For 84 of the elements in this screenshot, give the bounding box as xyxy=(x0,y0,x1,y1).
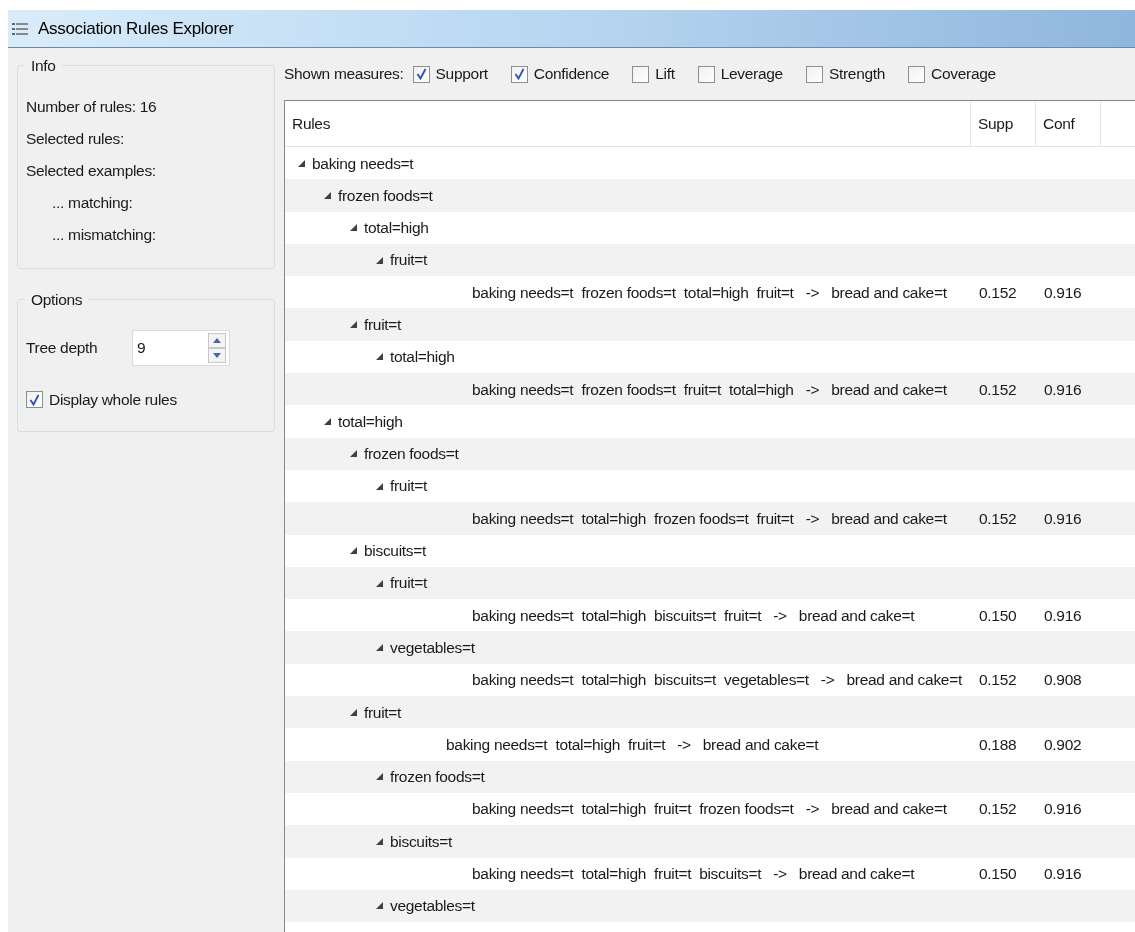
expanded-arrow-icon[interactable] xyxy=(375,481,384,491)
measure-checkbox[interactable] xyxy=(697,65,715,83)
support-value: 0.152 xyxy=(979,800,1017,818)
measures-label: Shown measures: xyxy=(284,64,404,85)
support-value: 0.152 xyxy=(979,380,1017,398)
column-header[interactable]: Conf xyxy=(1036,101,1101,146)
expanded-arrow-icon[interactable] xyxy=(375,836,384,846)
tree-node-label[interactable]: total=high xyxy=(390,345,455,369)
checkbox-label: Display whole rules xyxy=(49,390,177,410)
expanded-arrow-icon[interactable] xyxy=(349,320,358,330)
expanded-arrow-icon[interactable] xyxy=(297,158,306,168)
confidence-value: 0.902 xyxy=(1044,735,1082,753)
support-value: 0.150 xyxy=(979,865,1017,883)
expanded-arrow-icon[interactable] xyxy=(375,578,384,588)
tree-node-label[interactable]: total=high xyxy=(338,409,403,434)
tree-depth-spinner[interactable]: 9 xyxy=(132,330,230,366)
rule-text[interactable]: baking needs=t frozen foods=t total=high fruit=t -> bread and cake=t xyxy=(472,283,947,301)
tree-depth-label: Tree depth xyxy=(26,338,99,359)
expanded-arrow-icon[interactable] xyxy=(375,352,384,362)
column-header[interactable]: Rules xyxy=(285,101,971,146)
info-label: ... mismatching: xyxy=(51,225,157,245)
tree-node-label[interactable]: frozen foods=t xyxy=(390,765,485,789)
measure-label: Confidence xyxy=(533,64,610,85)
support-value: 0.152 xyxy=(979,509,1017,527)
expanded-arrow-icon[interactable] xyxy=(349,546,358,556)
rule-text[interactable]: baking needs=t total=high biscuits=t fruit=t -> bread and cake=t xyxy=(472,606,915,624)
tree-node-label[interactable]: total=high xyxy=(364,216,429,240)
tree-node-label[interactable]: frozen foods=t xyxy=(338,183,433,208)
measure-label: Leverage xyxy=(720,64,783,85)
expanded-arrow-icon[interactable] xyxy=(375,643,384,653)
tree-node-label[interactable]: fruit=t xyxy=(364,700,402,724)
tree-node-label[interactable]: biscuits=t xyxy=(364,539,427,563)
info-label: Selected rules: xyxy=(26,129,126,149)
rule-text[interactable]: baking needs=t total=high fruit=t frozen foods=t -> bread and cake=t xyxy=(472,800,947,818)
measure-checkbox[interactable] xyxy=(805,65,823,83)
support-value: 0.152 xyxy=(979,283,1017,301)
tree-node-label[interactable]: frozen foods=t xyxy=(364,442,459,466)
expanded-arrow-icon[interactable] xyxy=(349,223,358,233)
tree-node-label[interactable]: fruit=t xyxy=(390,571,428,595)
rule-text[interactable]: baking needs=t frozen foods=t fruit=t total=high -> bread and cake=t xyxy=(472,380,947,398)
confidence-value: 0.916 xyxy=(1044,283,1082,301)
rule-text[interactable]: baking needs=t total=high fruit=t -> bread and cake=t xyxy=(446,735,819,753)
confidence-value: 0.916 xyxy=(1044,509,1082,527)
measure-label: Support xyxy=(435,64,488,85)
measure-checkbox[interactable] xyxy=(632,65,650,83)
support-value: 0.150 xyxy=(979,606,1017,624)
confidence-value: 0.916 xyxy=(1044,800,1082,818)
rule-text[interactable]: baking needs=t total=high frozen foods=t fruit=t -> bread and cake=t xyxy=(472,509,947,527)
tree-node-label[interactable]: baking needs=t xyxy=(312,151,414,175)
column-header[interactable]: Supp xyxy=(971,101,1036,146)
confidence-value: 0.916 xyxy=(1044,606,1082,624)
expanded-arrow-icon[interactable] xyxy=(375,901,384,911)
confidence-value: 0.908 xyxy=(1044,671,1082,689)
tree-node-label[interactable]: biscuits=t xyxy=(390,829,453,853)
tree-node-label[interactable]: fruit=t xyxy=(364,313,402,337)
rule-text[interactable]: baking needs=t total=high biscuits=t vegetables=t -> bread and cake=t xyxy=(472,671,962,689)
app-icon xyxy=(12,21,30,36)
measure-checkbox[interactable] xyxy=(510,65,528,83)
expanded-arrow-icon[interactable] xyxy=(323,417,332,426)
info-label: ... matching: xyxy=(51,193,134,213)
tree-node-label[interactable]: vegetables=t xyxy=(390,894,475,918)
measure-checkbox[interactable] xyxy=(908,65,926,83)
measure-label: Coverage xyxy=(931,64,996,85)
info-label: Number of rules: 16 xyxy=(26,97,158,117)
tree-node-label[interactable]: fruit=t xyxy=(390,248,428,272)
expanded-arrow-icon[interactable] xyxy=(375,772,384,782)
measure-label: Strength xyxy=(828,64,886,85)
window-title: Association Rules Explorer xyxy=(38,17,234,40)
tree-node-label[interactable]: vegetables=t xyxy=(390,635,475,660)
measure-checkbox[interactable] xyxy=(412,65,430,83)
confidence-value: 0.916 xyxy=(1044,380,1082,398)
info-label: Selected examples: xyxy=(26,161,157,181)
expanded-arrow-icon[interactable] xyxy=(323,190,332,200)
rule-text[interactable]: baking needs=t total=high fruit=t biscuits=t -> bread and cake=t xyxy=(472,865,915,883)
spinner-arrows-icon[interactable] xyxy=(208,333,226,363)
expanded-arrow-icon[interactable] xyxy=(349,449,358,459)
checkbox[interactable] xyxy=(26,391,43,409)
tree-node-label[interactable]: fruit=t xyxy=(390,474,428,498)
confidence-value: 0.916 xyxy=(1044,865,1082,883)
support-value: 0.188 xyxy=(979,735,1017,753)
expanded-arrow-icon[interactable] xyxy=(375,255,384,265)
measure-label: Lift xyxy=(655,64,675,85)
expanded-arrow-icon[interactable] xyxy=(349,707,358,717)
support-value: 0.152 xyxy=(979,671,1017,689)
